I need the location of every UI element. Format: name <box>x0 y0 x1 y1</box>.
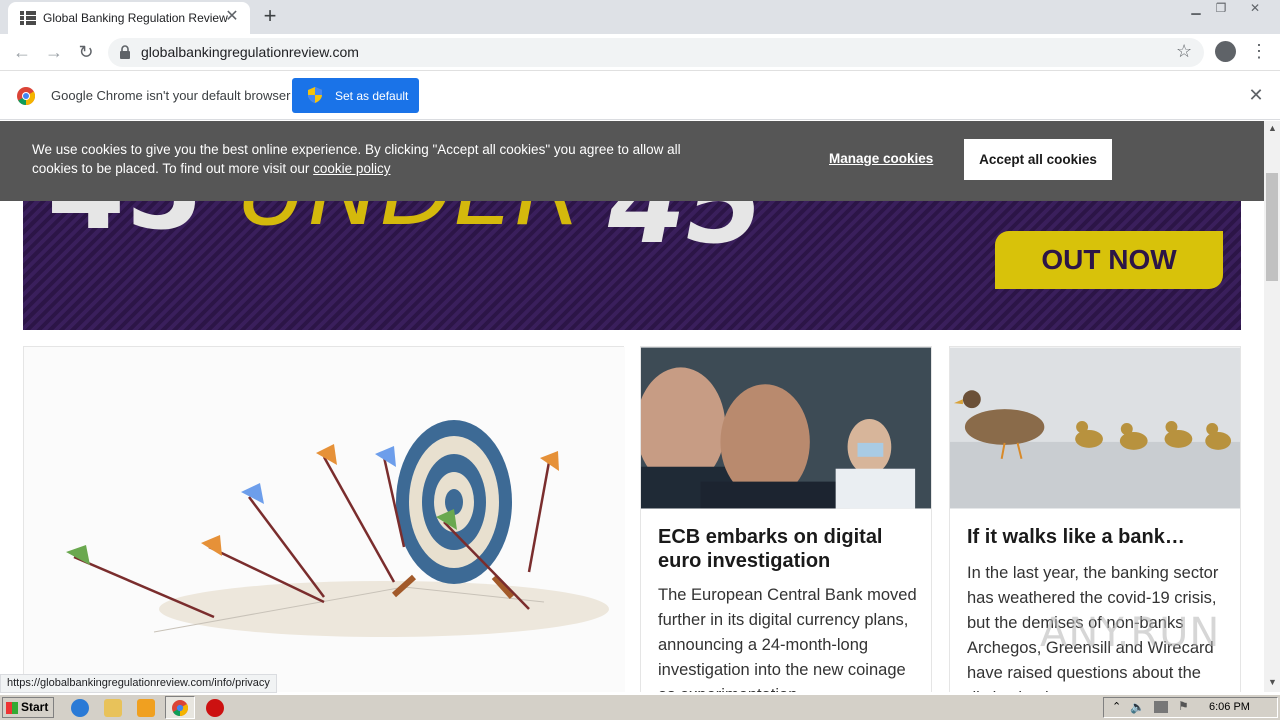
browser-tab[interactable]: Global Banking Regulation Review ✕ <box>8 2 250 34</box>
page-viewport: 45 UNDER 45 OUT NOW ECB embarks on digit… <box>0 121 1264 692</box>
volume-icon[interactable]: 🔈 <box>1130 700 1145 714</box>
accept-all-cookies-button[interactable]: Accept all cookies <box>964 139 1112 180</box>
cookie-message: We use cookies to give you the best onli… <box>32 140 692 178</box>
chrome-logo-icon <box>17 87 35 105</box>
scrollbar-thumb[interactable] <box>1266 173 1278 281</box>
infobar-message: Google Chrome isn't your default browser <box>51 88 291 103</box>
menu-icon[interactable]: ⋮ <box>1250 40 1268 64</box>
set-as-default-button[interactable]: Set as default <box>292 78 419 113</box>
ie-icon[interactable] <box>71 699 89 717</box>
bookmark-star-icon[interactable]: ☆ <box>1176 41 1192 62</box>
site-favicon-icon <box>20 11 36 25</box>
new-tab-button[interactable]: + <box>258 5 282 29</box>
default-browser-infobar: Google Chrome isn't your default browser… <box>0 72 1280 120</box>
article-photo <box>950 347 1240 509</box>
chrome-taskbar-button[interactable] <box>165 696 195 719</box>
system-tray: ⌃ 🔈 ⚑ 6:06 PM <box>1103 697 1278 718</box>
article-title[interactable]: If it walks like a bank… <box>967 525 1227 549</box>
windows-logo-icon <box>6 702 18 714</box>
scroll-down-icon[interactable]: ▼ <box>1268 677 1277 687</box>
network-icon[interactable] <box>1154 701 1168 713</box>
status-url-tooltip: https://globalbankingregulationreview.co… <box>0 674 277 693</box>
media-player-icon[interactable] <box>137 699 155 717</box>
cookie-policy-link[interactable]: cookie policy <box>313 161 390 176</box>
scroll-up-icon[interactable]: ▲ <box>1268 123 1277 133</box>
start-button[interactable]: Start <box>2 697 54 718</box>
page-scrollbar[interactable]: ▲ ▼ <box>1264 121 1280 692</box>
article-photo <box>641 347 931 509</box>
manage-cookies-link[interactable]: Manage cookies <box>829 151 933 166</box>
lock-icon <box>120 45 130 59</box>
profile-avatar-icon[interactable] <box>1215 41 1236 62</box>
tray-expand-icon[interactable]: ⌃ <box>1112 700 1121 713</box>
chrome-taskbar-icon <box>172 700 188 716</box>
infobar-close-icon[interactable]: ✕ <box>1246 85 1266 106</box>
taskbar-clock: 6:06 PM <box>1209 701 1250 713</box>
promo-banner[interactable]: 45 UNDER 45 OUT NOW <box>23 179 1241 330</box>
start-label: Start <box>21 700 49 714</box>
shield-icon <box>308 87 322 103</box>
browser-toolbar: ← → ↻ globalbankingregulationreview.com … <box>0 34 1280 71</box>
feature-article-card[interactable] <box>23 346 625 692</box>
out-now-badge[interactable]: OUT NOW <box>995 231 1223 289</box>
url-text: globalbankingregulationreview.com <box>141 44 359 60</box>
article-title[interactable]: ECB embarks on digital euro investigatio… <box>658 525 918 573</box>
tab-title: Global Banking Regulation Review <box>43 11 228 25</box>
set-as-default-label: Set as default <box>335 89 409 103</box>
back-button[interactable]: ← <box>10 40 34 64</box>
tab-close-icon[interactable]: ✕ <box>222 7 242 27</box>
target-illustration <box>24 347 625 692</box>
windows-taskbar: Start ⌃ 🔈 ⚑ 6:06 PM <box>0 694 1280 720</box>
action-center-flag-icon[interactable]: ⚑ <box>1178 699 1189 713</box>
opera-icon[interactable] <box>206 699 224 717</box>
cookie-banner: We use cookies to give you the best onli… <box>0 121 1264 201</box>
restore-button[interactable]: ❐ <box>1206 0 1236 18</box>
forward-button[interactable]: → <box>42 40 66 64</box>
window-close-button[interactable]: ✕ <box>1240 0 1270 18</box>
article-excerpt: The European Central Bank moved further … <box>658 586 917 692</box>
address-bar[interactable]: globalbankingregulationreview.com ☆ <box>108 38 1204 67</box>
title-bar: Global Banking Regulation Review ✕ + ▁ ❐… <box>0 0 1280 34</box>
watermark-logo: ANY.RUN <box>1040 610 1221 656</box>
folder-icon[interactable] <box>104 699 122 717</box>
article-card[interactable]: ECB embarks on digital euro investigatio… <box>640 346 932 692</box>
reload-button[interactable]: ↻ <box>74 40 98 64</box>
